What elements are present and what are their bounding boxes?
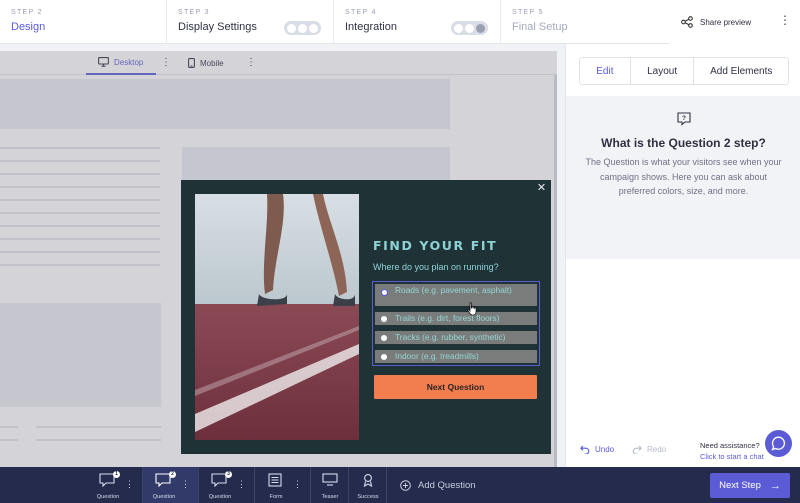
- settings-panel: Edit Layout Add Elements ? What is the Q…: [565, 44, 800, 467]
- step-toggle[interactable]: [451, 21, 488, 35]
- radio-icon: [381, 335, 387, 341]
- add-question-button[interactable]: Add Question: [400, 467, 476, 503]
- option-indoor[interactable]: Indoor (e.g. treadmills): [375, 350, 537, 363]
- plus-circle-icon: [400, 479, 411, 491]
- bottom-step-question-3[interactable]: 3 Question ⋮: [199, 467, 255, 503]
- step-number: STEP 5: [512, 9, 544, 16]
- start-chat-link[interactable]: Click to start a chat: [700, 451, 764, 462]
- next-step-button[interactable]: Next Step →: [710, 473, 790, 498]
- info-title: What is the Question 2 step?: [601, 136, 766, 150]
- bottom-step-success[interactable]: Success: [349, 467, 387, 503]
- redo-label: Redo: [647, 445, 667, 454]
- redo-button[interactable]: Redo: [632, 445, 666, 454]
- share-label: Share preview: [700, 17, 752, 27]
- step-toggle[interactable]: [284, 21, 321, 35]
- campaign-popup[interactable]: ✕ FIND YOUR FIT Where do you plan on run…: [181, 180, 551, 454]
- option-label: Roads (e.g. pavement, asphalt): [395, 285, 512, 295]
- more-options-icon[interactable]: ⋮: [779, 14, 791, 26]
- radio-icon: [381, 289, 388, 296]
- assistance-box: Need assistance? Click to start a chat: [700, 440, 764, 462]
- arrow-right-icon: →: [769, 479, 781, 492]
- more-icon[interactable]: ⋮: [237, 479, 246, 490]
- step-integration[interactable]: STEP 4 Integration: [334, 0, 501, 44]
- step-label: Form: [269, 494, 283, 500]
- step-title: Final Setup: [512, 21, 568, 33]
- option-label: Indoor (e.g. treadmills): [395, 351, 479, 361]
- trophy-icon: [363, 474, 373, 487]
- question-bubble-icon: ?: [677, 112, 691, 126]
- next-question-button[interactable]: Next Question: [374, 375, 537, 399]
- form-icon: [268, 473, 282, 487]
- undo-label: Undo: [595, 445, 615, 454]
- answer-options: Roads (e.g. pavement, asphalt) Trails (e…: [372, 281, 540, 366]
- assist-title: Need assistance?: [700, 441, 760, 450]
- chat-icon: [771, 436, 786, 451]
- option-label: Trails (e.g. dirt, forest floors): [395, 313, 500, 323]
- close-icon[interactable]: ✕: [536, 183, 547, 194]
- tab-add-elements[interactable]: Add Elements: [694, 58, 788, 84]
- add-question-label: Add Question: [418, 479, 476, 491]
- step-number: STEP 3: [178, 9, 210, 16]
- more-icon[interactable]: ⋮: [293, 479, 302, 490]
- undo-button[interactable]: Undo: [580, 445, 614, 454]
- option-label: Tracks (e.g. rubber, synthetic): [395, 332, 506, 342]
- svg-text:?: ?: [682, 115, 686, 122]
- step-badge: 1: [113, 471, 120, 478]
- popup-subtitle: Where do you plan on running?: [373, 262, 499, 272]
- step-badge: 3: [225, 471, 232, 478]
- share-preview-button[interactable]: Share preview ⋮: [669, 0, 800, 44]
- more-icon[interactable]: ⋮: [181, 479, 190, 490]
- radio-icon: [381, 354, 387, 360]
- bottom-step-question-1[interactable]: 1 Question ⋮: [87, 467, 143, 503]
- undo-icon: [580, 445, 590, 454]
- step-title: Design: [11, 21, 46, 33]
- option-tracks[interactable]: Tracks (e.g. rubber, synthetic): [375, 331, 537, 344]
- runner-photo: [195, 194, 359, 440]
- radio-icon: [381, 316, 387, 322]
- bottom-step-question-2[interactable]: 2 Question ⋮: [143, 467, 199, 503]
- step-display-settings[interactable]: STEP 3 Display Settings: [167, 0, 334, 44]
- step-label: Teaser: [321, 494, 339, 500]
- info-text: The Question is what your visitors see w…: [585, 157, 782, 196]
- option-trails[interactable]: Trails (e.g. dirt, forest floors): [375, 312, 537, 325]
- step-label: Question: [208, 494, 232, 500]
- tab-edit[interactable]: Edit: [580, 58, 631, 84]
- popup-title: FIND YOUR FIT: [373, 238, 498, 253]
- tab-layout[interactable]: Layout: [631, 58, 695, 84]
- step-label: Question: [96, 494, 120, 500]
- step-label: Success: [357, 494, 379, 500]
- bottom-step-form[interactable]: Form ⋮: [255, 467, 311, 503]
- redo-icon: [632, 445, 642, 454]
- step-design[interactable]: STEP 2 Design: [0, 0, 167, 44]
- option-roads[interactable]: Roads (e.g. pavement, asphalt): [375, 284, 537, 306]
- hand-cursor-icon: [467, 302, 477, 316]
- bottom-step-teaser[interactable]: Teaser: [311, 467, 349, 503]
- step-number: STEP 2: [11, 9, 43, 16]
- step-badge: 2: [169, 471, 176, 478]
- next-step-label: Next Step: [719, 480, 761, 491]
- campaign-steps-bar: 1 Question ⋮ 2 Question ⋮ 3 Question ⋮ F…: [0, 467, 800, 503]
- share-icon: [681, 16, 693, 28]
- teaser-icon: [322, 473, 338, 486]
- step-final-setup[interactable]: STEP 5 Final Setup: [501, 0, 669, 44]
- step-info-card: ? What is the Question 2 step? The Quest…: [566, 96, 800, 259]
- steps-bar: STEP 2 Design STEP 3 Display Settings ST…: [0, 0, 800, 44]
- panel-tabs: Edit Layout Add Elements: [579, 57, 789, 85]
- step-number: STEP 4: [345, 9, 377, 16]
- chat-button[interactable]: [765, 430, 792, 457]
- step-label: Question: [152, 494, 176, 500]
- more-icon[interactable]: ⋮: [125, 479, 134, 490]
